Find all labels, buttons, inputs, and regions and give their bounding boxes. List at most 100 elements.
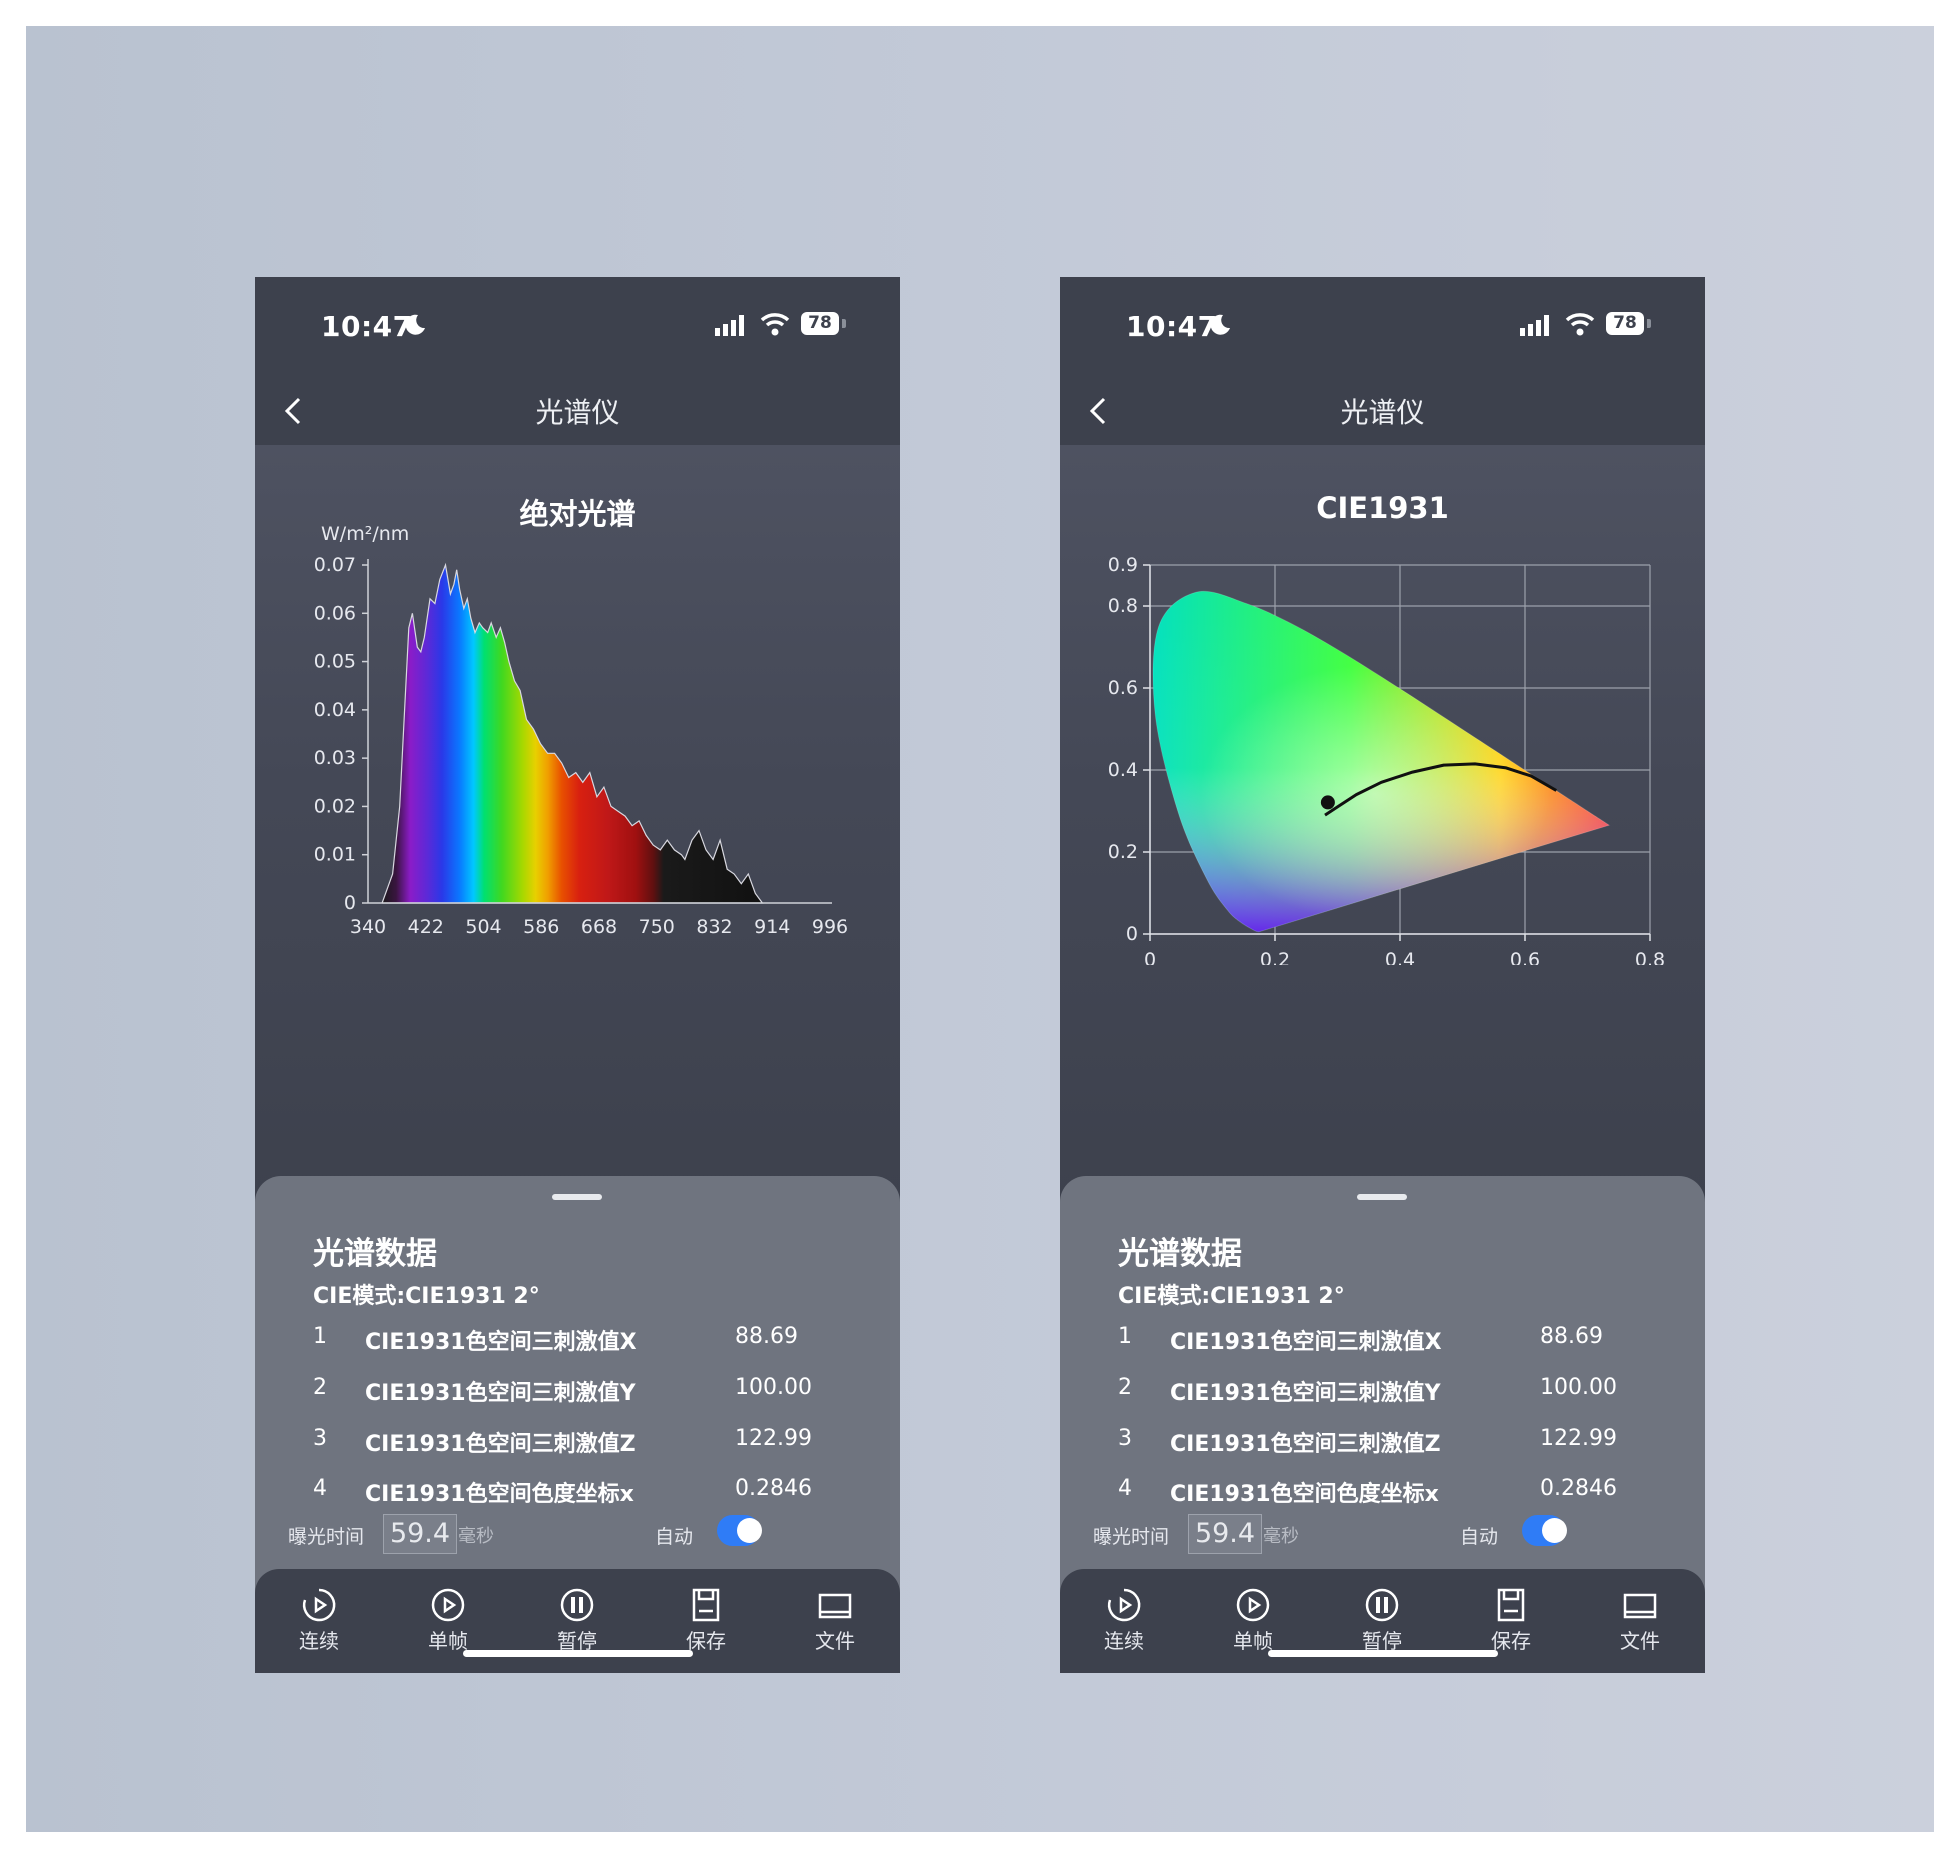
y-tick-label: 0.01 bbox=[314, 844, 356, 866]
tab-bar: 连续 单帧 暂停 保存 文件 bbox=[1060, 1569, 1705, 1673]
x-tick-label: 340 bbox=[350, 916, 386, 938]
sheet-handle[interactable] bbox=[552, 1194, 602, 1200]
x-tick-label: 422 bbox=[408, 916, 444, 938]
play-icon bbox=[1236, 1588, 1270, 1622]
tab-continuous[interactable]: 连续 bbox=[274, 1569, 364, 1669]
row-value: 100.00 bbox=[735, 1375, 812, 1400]
data-row: 2 CIE1931色空间三刺激值Y 100.00 bbox=[255, 1375, 900, 1415]
data-row: 2 CIE1931色空间三刺激值Y 100.00 bbox=[1060, 1375, 1705, 1415]
y-tick-label: 0.6 bbox=[1108, 677, 1138, 699]
tab-label: 连续 bbox=[299, 1629, 339, 1653]
exposure-unit: 毫秒 bbox=[458, 1526, 494, 1547]
y-tick-label: 0 bbox=[1126, 923, 1138, 945]
row-value: 122.99 bbox=[1540, 1426, 1617, 1451]
data-row: 4 CIE1931色空间色度坐标x 0.2846 bbox=[1060, 1476, 1705, 1516]
moon-icon bbox=[405, 314, 425, 335]
phone-cie-screen: 10:47 78 光谱仪 CIE1931 0 0.2 0.4 0.6 0.8 0… bbox=[1060, 277, 1705, 1673]
exposure-input[interactable]: 59.4 bbox=[1188, 1514, 1262, 1554]
row-value: 122.99 bbox=[735, 1426, 812, 1451]
battery-indicator: 78 bbox=[1606, 312, 1644, 335]
battery-cap bbox=[842, 319, 846, 328]
y-tick-label: 0.2 bbox=[1108, 841, 1138, 863]
row-index: 1 bbox=[313, 1324, 327, 1349]
home-indicator bbox=[463, 1650, 693, 1657]
nav-title: 光谱仪 bbox=[535, 396, 620, 429]
tab-bar: 连续 单帧 暂停 保存 文件 bbox=[255, 1569, 900, 1673]
row-name: CIE1931色空间三刺激值Y bbox=[1170, 1381, 1441, 1406]
tab-label: 文件 bbox=[1620, 1629, 1660, 1653]
x-tick-label: 996 bbox=[812, 916, 848, 938]
row-value: 88.69 bbox=[735, 1324, 798, 1349]
play-icon bbox=[431, 1588, 465, 1622]
row-value: 100.00 bbox=[1540, 1375, 1617, 1400]
wifi-icon bbox=[760, 313, 790, 336]
x-tick-label: 832 bbox=[696, 916, 732, 938]
auto-label: 自动 bbox=[1460, 1526, 1499, 1548]
pause-icon bbox=[1365, 1588, 1399, 1622]
x-tick-label: 668 bbox=[581, 916, 617, 938]
x-tick-label: 750 bbox=[639, 916, 675, 938]
exposure-unit: 毫秒 bbox=[1263, 1526, 1299, 1547]
x-tick-label: 0 bbox=[1144, 949, 1156, 965]
row-index: 4 bbox=[313, 1476, 327, 1501]
tab-label: 文件 bbox=[815, 1629, 855, 1653]
x-tick-label: 0.4 bbox=[1385, 949, 1415, 965]
tab-file[interactable]: 文件 bbox=[790, 1569, 880, 1669]
status-time: 10:47 bbox=[321, 310, 413, 343]
x-tick-label: 586 bbox=[523, 916, 559, 938]
row-index: 4 bbox=[1118, 1476, 1132, 1501]
battery-indicator: 78 bbox=[801, 312, 839, 335]
x-tick-label: 0.6 bbox=[1510, 949, 1540, 965]
sheet-handle[interactable] bbox=[1357, 1194, 1407, 1200]
cie-mode-label: CIE模式:CIE1931 2° bbox=[1118, 1284, 1345, 1309]
battery-cap bbox=[1647, 319, 1651, 328]
x-tick-label: 0.8 bbox=[1635, 949, 1665, 965]
save-icon bbox=[1497, 1588, 1525, 1622]
y-tick-label: 0.07 bbox=[314, 554, 356, 576]
y-tick-label: 0.4 bbox=[1108, 759, 1138, 781]
chromaticity-point bbox=[1320, 795, 1335, 810]
pause-icon bbox=[560, 1588, 594, 1622]
y-tick-label: 0.9 bbox=[1108, 554, 1138, 576]
row-value: 0.2846 bbox=[1540, 1476, 1617, 1501]
row-name: CIE1931色空间三刺激值X bbox=[365, 1330, 637, 1355]
x-tick-label: 0.2 bbox=[1260, 949, 1290, 965]
y-tick-label: 0.02 bbox=[314, 795, 356, 817]
tab-label: 连续 bbox=[1104, 1629, 1144, 1653]
signal-icon bbox=[1520, 315, 1549, 336]
row-index: 3 bbox=[313, 1426, 327, 1451]
save-icon bbox=[692, 1588, 720, 1622]
row-value: 0.2846 bbox=[735, 1476, 812, 1501]
tab-file[interactable]: 文件 bbox=[1595, 1569, 1685, 1669]
row-index: 2 bbox=[313, 1375, 327, 1400]
wifi-icon bbox=[1565, 313, 1595, 336]
folder-icon bbox=[818, 1593, 852, 1619]
x-tick-label: 914 bbox=[754, 916, 790, 938]
data-row: 4 CIE1931色空间色度坐标x 0.2846 bbox=[255, 1476, 900, 1516]
auto-toggle[interactable] bbox=[717, 1515, 762, 1546]
sheet-title: 光谱数据 bbox=[1118, 1236, 1242, 1272]
spectrum-area bbox=[381, 562, 764, 904]
row-name: CIE1931色空间色度坐标x bbox=[1170, 1482, 1439, 1507]
data-row: 1 CIE1931色空间三刺激值X 88.69 bbox=[1060, 1324, 1705, 1364]
cie-chart: 0 0.2 0.4 0.6 0.8 0.9 0 0.2 0.4 0.6 0.8 bbox=[1108, 554, 1665, 965]
y-tick-label: 0 bbox=[344, 892, 356, 914]
row-index: 2 bbox=[1118, 1375, 1132, 1400]
moon-icon bbox=[1210, 314, 1230, 335]
auto-label: 自动 bbox=[655, 1526, 694, 1548]
y-tick-label: 0.8 bbox=[1108, 595, 1138, 617]
tab-continuous[interactable]: 连续 bbox=[1079, 1569, 1169, 1669]
auto-toggle[interactable] bbox=[1522, 1515, 1567, 1546]
sheet-title: 光谱数据 bbox=[313, 1236, 437, 1272]
spectrum-chart: 0 0.01 0.02 0.03 0.04 0.05 0.06 0.07 340 422 504 58… bbox=[314, 554, 848, 938]
row-name: CIE1931色空间色度坐标x bbox=[365, 1482, 634, 1507]
chart-area: 绝对光谱 W/m²/nm 0 0.01 0.02 0.03 0.04 0.05 0.06 0.… bbox=[255, 445, 900, 1205]
exposure-input[interactable]: 59.4 bbox=[383, 1514, 457, 1554]
row-name: CIE1931色空间三刺激值Z bbox=[365, 1432, 636, 1457]
y-tick-label: 0.03 bbox=[314, 747, 356, 769]
continuous-play-icon bbox=[302, 1588, 336, 1622]
toggle-knob bbox=[737, 1518, 762, 1543]
phone-spectrum-screen: 10:47 78 光谱仪 绝对光谱 W/m²/nm 0 0.01 0.02 0.03 0… bbox=[255, 277, 900, 1673]
data-sheet: 光谱数据 CIE模式:CIE1931 2° 1 CIE1931色空间三刺激值X … bbox=[255, 1176, 900, 1596]
row-name: CIE1931色空间三刺激值X bbox=[1170, 1330, 1442, 1355]
